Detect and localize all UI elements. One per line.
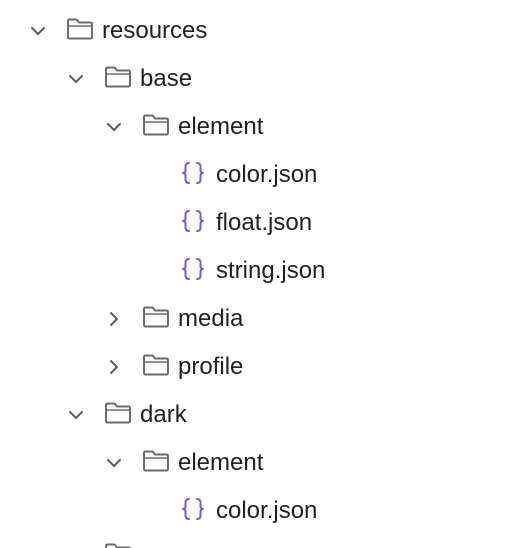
tree-row-base-string-json[interactable]: string.json	[0, 247, 520, 295]
tree-row-dark-color-json[interactable]: color.json	[0, 487, 520, 535]
tree-label: color.json	[216, 161, 318, 188]
folder-icon	[143, 114, 169, 136]
chevron-down-icon[interactable]	[29, 22, 47, 40]
tree-label: media	[178, 305, 244, 332]
tree-row-base-media[interactable]: media	[0, 295, 520, 343]
tree-label: string.json	[216, 257, 326, 284]
folder-icon	[105, 543, 131, 548]
tree-label: profile	[178, 353, 244, 380]
tree-label: color.json	[216, 497, 318, 524]
chevron-right-icon[interactable]	[105, 310, 123, 328]
file-tree: resources base element color.json float.…	[0, 0, 520, 548]
chevron-down-icon[interactable]	[67, 406, 85, 424]
folder-icon	[105, 402, 131, 424]
folder-icon	[105, 66, 131, 88]
folder-icon	[143, 306, 169, 328]
tree-row-dark-element[interactable]: element	[0, 439, 520, 487]
tree-label: base	[140, 65, 193, 92]
folder-icon	[143, 450, 169, 472]
tree-row-resources[interactable]: resources	[0, 7, 520, 55]
chevron-down-icon[interactable]	[67, 70, 85, 88]
tree-row-dark[interactable]: dark	[0, 391, 520, 439]
tree-row-base[interactable]: base	[0, 55, 520, 103]
chevron-down-icon[interactable]	[105, 118, 123, 136]
tree-label: element	[178, 449, 264, 476]
folder-icon	[143, 354, 169, 376]
folder-icon	[67, 18, 93, 40]
tree-row-base-color-json[interactable]: color.json	[0, 151, 520, 199]
tree-row-partial	[0, 535, 520, 548]
tree-row-base-float-json[interactable]: float.json	[0, 199, 520, 247]
json-file-icon	[182, 162, 204, 184]
chevron-down-icon[interactable]	[105, 454, 123, 472]
tree-label: resources	[102, 17, 208, 44]
tree-row-base-profile[interactable]: profile	[0, 343, 520, 391]
tree-row-base-element[interactable]: element	[0, 103, 520, 151]
tree-label: float.json	[216, 209, 313, 236]
json-file-icon	[182, 498, 204, 520]
json-file-icon	[182, 258, 204, 280]
tree-label: element	[178, 113, 264, 140]
json-file-icon	[182, 210, 204, 232]
tree-label: dark	[140, 401, 187, 428]
chevron-right-icon[interactable]	[105, 358, 123, 376]
